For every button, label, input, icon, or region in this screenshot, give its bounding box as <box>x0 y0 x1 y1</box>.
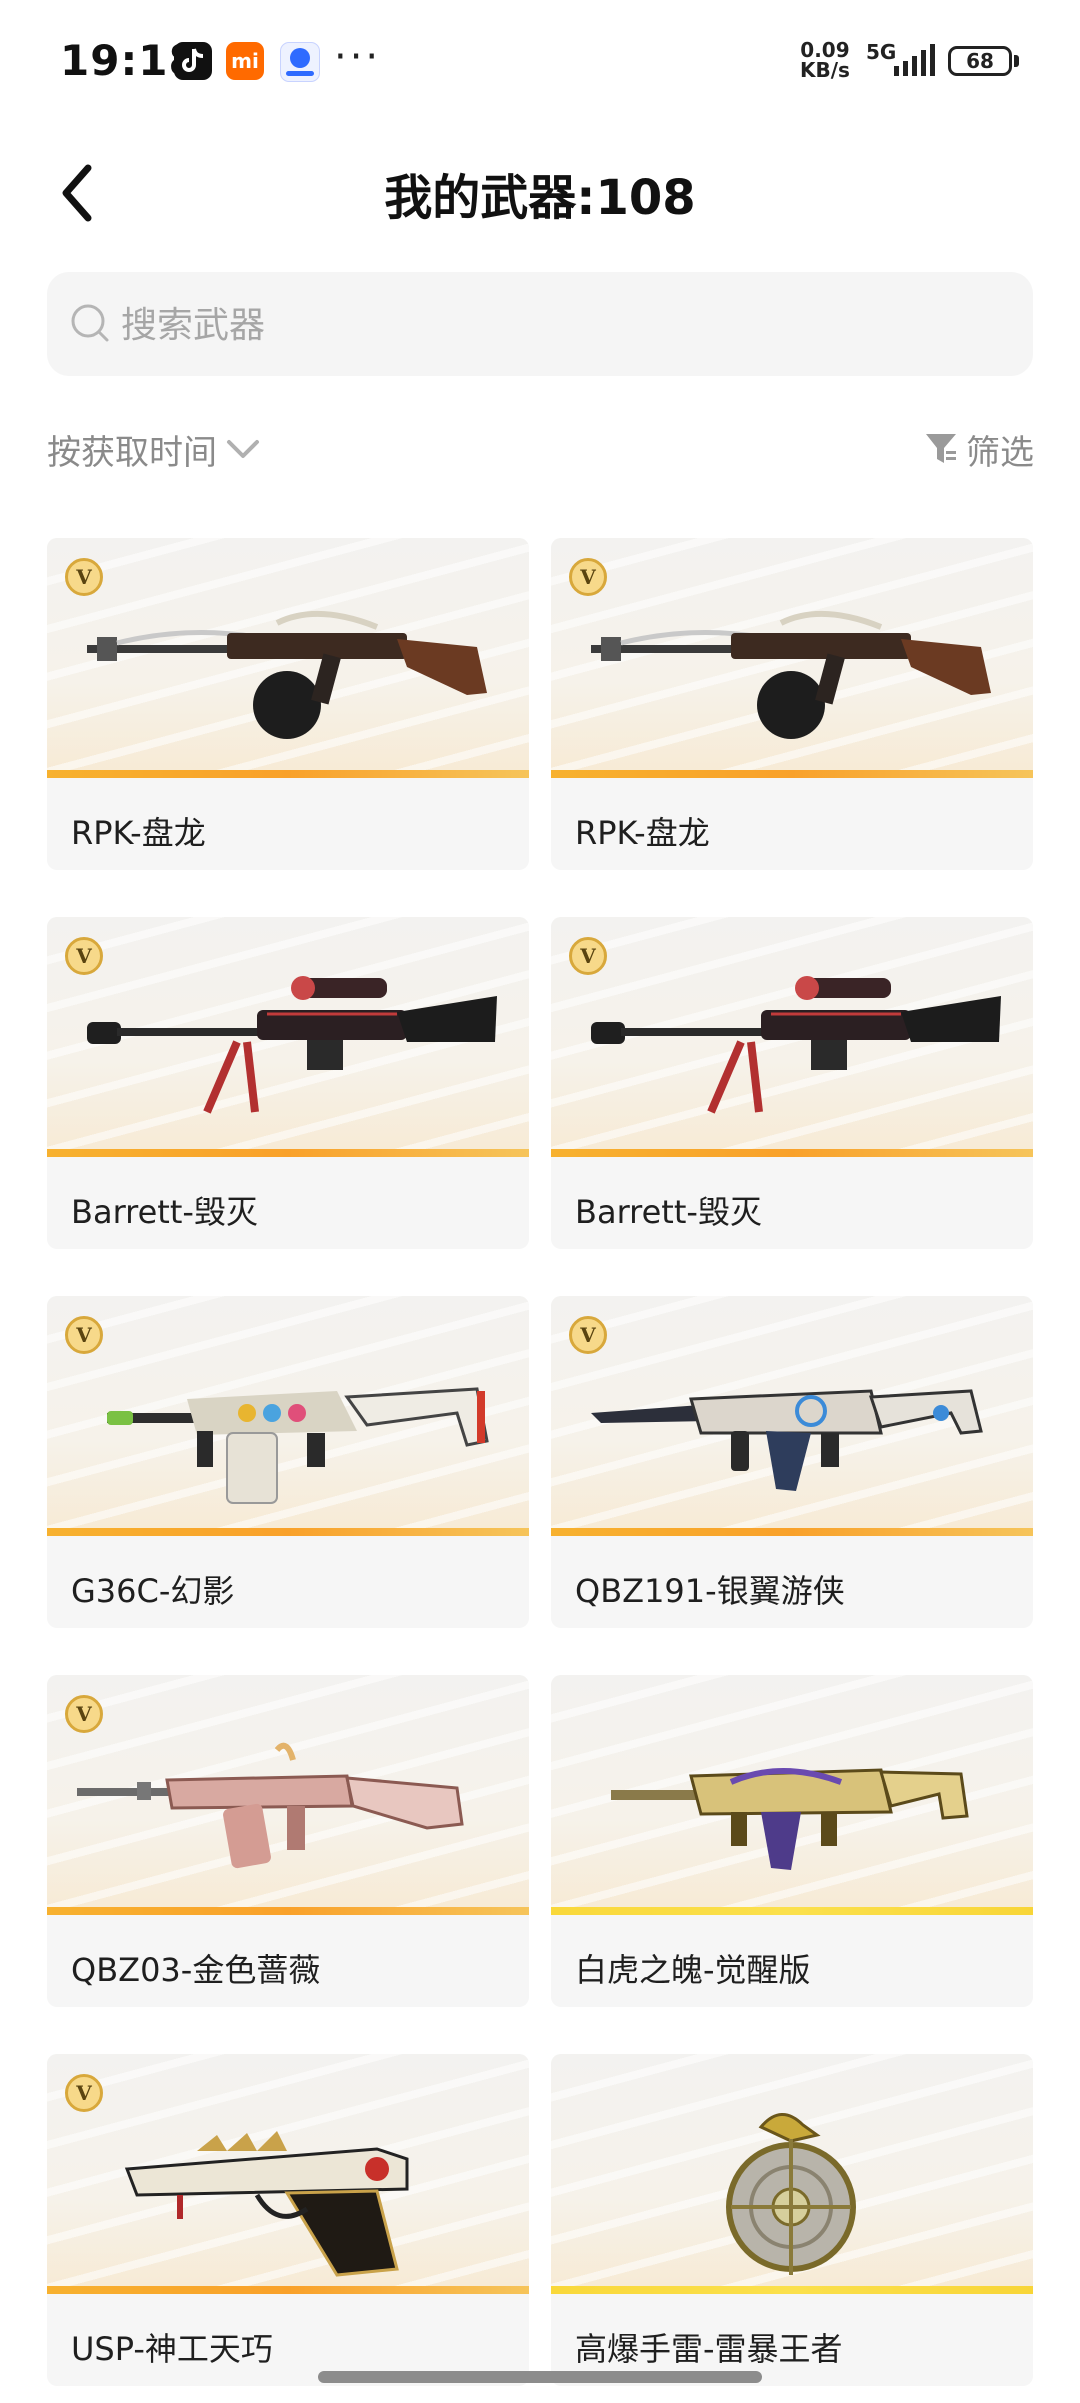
weapon-card[interactable]: V RPK-盘龙 <box>47 538 529 870</box>
v-badge: V <box>65 937 103 975</box>
weapon-image <box>551 1675 1033 1915</box>
rarity-strip <box>551 770 1033 778</box>
weapon-image <box>551 2054 1033 2294</box>
weapon-name: Barrett-毁灭 <box>71 1193 258 1231</box>
rarity-strip <box>47 1149 529 1157</box>
rifle-sleek-art <box>591 1389 983 1491</box>
rarity-strip <box>551 1907 1033 1915</box>
weapon-name: Barrett-毁灭 <box>575 1193 762 1231</box>
weapon-name: USP-神工天巧 <box>71 2330 273 2368</box>
rifle-gold-art <box>611 1768 969 1870</box>
filter-icon <box>926 434 956 463</box>
baidu-icon <box>280 42 320 82</box>
weapon-card[interactable]: V G36C-幻影 <box>47 1296 529 1628</box>
weapon-card[interactable]: V QBZ191-银翼游侠 <box>551 1296 1033 1628</box>
weapon-card[interactable]: V Barrett-毁灭 <box>551 917 1033 1249</box>
weapon-name: QBZ03-金色蔷薇 <box>71 1951 321 1989</box>
chevron-down-icon <box>227 440 259 458</box>
v-badge: V <box>65 1695 103 1733</box>
xiaomi-icon: mi <box>226 42 264 80</box>
weapon-card[interactable]: V QBZ03-金色蔷薇 <box>47 1675 529 2007</box>
weapon-name: RPK-盘龙 <box>575 814 710 852</box>
weapon-card[interactable]: 高爆手雷-雷暴王者 <box>551 2054 1033 2386</box>
pistol-art <box>124 2131 409 2277</box>
weapon-card[interactable]: V USP-神工天巧 <box>47 2054 529 2386</box>
filter-label: 筛选 <box>966 432 1034 473</box>
weapon-card[interactable]: 白虎之魄-觉醒版 <box>551 1675 1033 2007</box>
weapon-name: G36C-幻影 <box>71 1572 235 1610</box>
weapon-image: V <box>47 1296 529 1536</box>
page-title: 我的武器:108 <box>384 170 696 226</box>
v-badge: V <box>65 1316 103 1354</box>
weapon-grid: V RPK-盘龙 V RPK-盘龙 V Barrett-毁灭 V Barrett… <box>47 538 1033 2386</box>
weapon-image: V <box>47 538 529 778</box>
rarity-strip <box>551 2286 1033 2294</box>
rifle-drum-art <box>591 610 991 739</box>
rarity-strip <box>551 1528 1033 1536</box>
grenade-art <box>726 2113 856 2275</box>
network-speed-value: 0.09 <box>800 38 850 62</box>
status-bar: 19:18 mi ··· 0.09 KB/s 5G 68 <box>0 0 1080 125</box>
battery-icon: 68 <box>948 46 1012 76</box>
battery-tip <box>1014 55 1019 67</box>
weapon-image: V <box>551 1296 1033 1536</box>
weapon-image: V <box>47 917 529 1157</box>
weapon-image: V <box>47 2054 529 2294</box>
v-badge: V <box>569 937 607 975</box>
sniper-art <box>87 976 497 1114</box>
network-speed: 0.09 KB/s <box>800 40 850 80</box>
sniper-art <box>591 976 1001 1114</box>
search-input[interactable] <box>119 272 1003 378</box>
weapon-name: 高爆手雷-雷暴王者 <box>575 2330 843 2368</box>
tiktok-icon <box>174 42 212 80</box>
rifle-pink-art <box>77 1742 464 1869</box>
v-badge: V <box>569 1316 607 1354</box>
rarity-strip <box>47 1907 529 1915</box>
sort-label: 按获取时间 <box>47 432 217 473</box>
rarity-strip <box>551 1149 1033 1157</box>
weapon-name: QBZ191-银翼游侠 <box>575 1572 845 1610</box>
v-badge: V <box>65 558 103 596</box>
more-notifications-icon: ··· <box>334 34 382 80</box>
sort-dropdown[interactable]: 按获取时间 <box>47 423 261 475</box>
v-badge: V <box>569 558 607 596</box>
weapon-card[interactable]: V Barrett-毁灭 <box>47 917 529 1249</box>
home-indicator[interactable] <box>318 2371 762 2383</box>
rifle-mag-art <box>107 1387 489 1504</box>
signal-icon <box>894 44 935 76</box>
weapon-name: 白虎之魄-觉醒版 <box>575 1951 811 1989</box>
search-box[interactable] <box>47 272 1033 378</box>
rarity-strip <box>47 770 529 778</box>
weapon-image: V <box>551 538 1033 778</box>
search-icon <box>71 304 109 342</box>
weapon-image: V <box>47 1675 529 1915</box>
weapon-image: V <box>551 917 1033 1157</box>
rarity-strip <box>47 1528 529 1536</box>
rarity-strip <box>47 2286 529 2294</box>
weapon-name: RPK-盘龙 <box>71 814 206 852</box>
filter-button[interactable]: 筛选 <box>924 423 1034 475</box>
v-badge: V <box>65 2074 103 2112</box>
rifle-drum-art <box>87 610 487 739</box>
network-speed-unit: KB/s <box>800 58 850 82</box>
weapon-card[interactable]: V RPK-盘龙 <box>551 538 1033 870</box>
